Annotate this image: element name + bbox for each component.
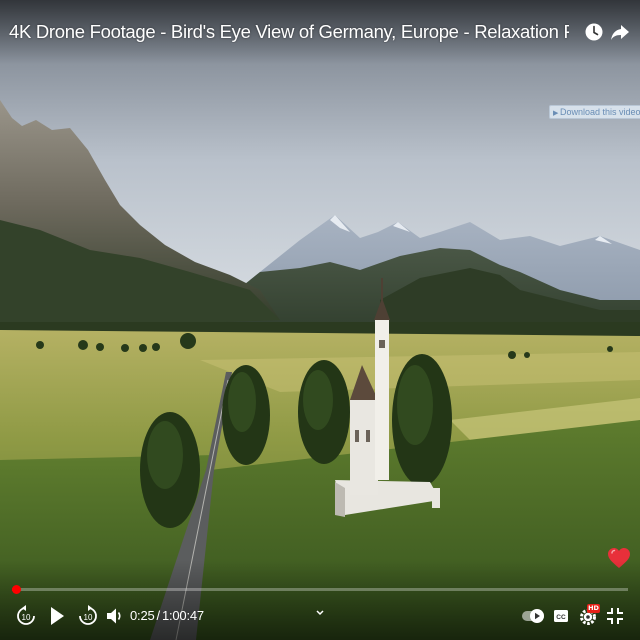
forward-10-icon: 10 [79,605,97,625]
rewind-10-button[interactable]: 10 [14,603,38,629]
captions-button[interactable]: CC [552,603,570,629]
video-player[interactable]: 4K Drone Footage - Bird's Eye View of Ge… [0,0,640,640]
progress-bar[interactable] [12,585,628,594]
exit-fullscreen-icon [607,608,623,624]
video-frame [0,0,640,640]
download-link-label: Download this video [560,107,640,117]
clock-icon [585,23,603,41]
time-separator: / [156,608,161,623]
exit-fullscreen-button[interactable] [604,603,626,629]
top-overlay: 4K Drone Footage - Bird's Eye View of Ge… [0,0,640,64]
svg-text:10: 10 [22,613,31,622]
captions-icon: CC [554,610,568,622]
volume-button[interactable] [104,603,124,629]
play-button[interactable] [46,603,68,629]
svg-text:CC: CC [556,614,566,621]
rewind-10-icon: 10 [17,605,35,625]
current-time: 0:25 [130,608,155,623]
volume-icon [107,608,121,624]
autoplay-toggle[interactable] [520,603,548,629]
watch-later-button[interactable] [583,19,605,45]
play-icon [51,607,64,625]
more-options-button[interactable] [313,603,327,629]
share-arrow-icon [611,25,629,40]
duration: 1:00:47 [161,608,204,623]
svg-text:10: 10 [84,613,93,622]
download-arrow-icon: ▶ [553,110,559,117]
share-button[interactable] [609,19,631,45]
chevron-down-icon [316,610,324,616]
autoplay-toggle-icon [522,609,544,623]
download-video-link[interactable]: ▶ Download this video [549,105,640,119]
forward-10-button[interactable]: 10 [76,603,100,629]
hd-badge: HD [587,604,600,613]
video-title[interactable]: 4K Drone Footage - Bird's Eye View of Ge… [9,21,569,43]
time-display: 0:25/1:00:47 [130,608,204,624]
